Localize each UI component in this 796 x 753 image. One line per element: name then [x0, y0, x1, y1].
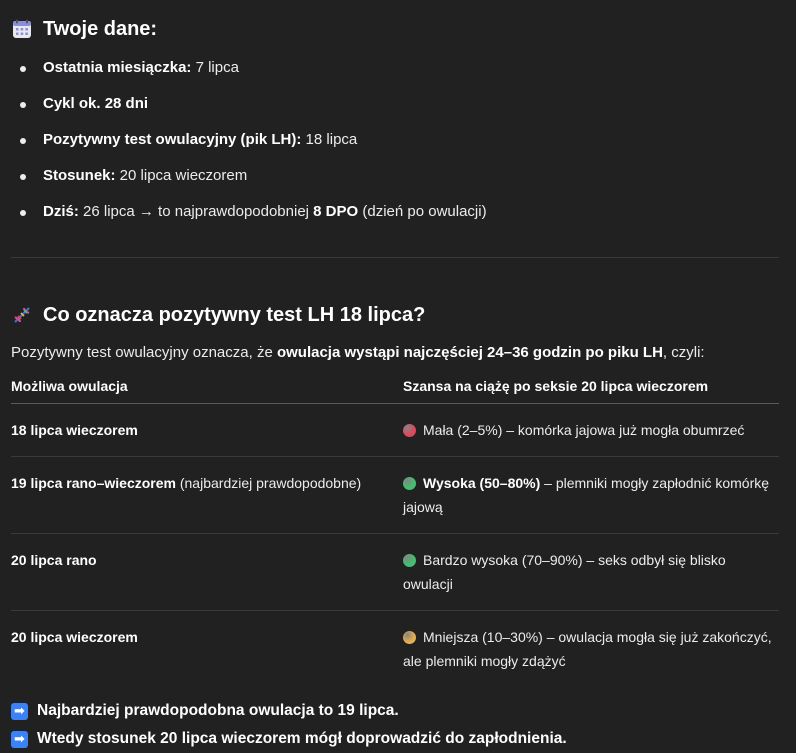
table-row: 18 lipca wieczorem Mała (2–5%) – komórka…	[11, 403, 779, 457]
table-row: 20 lipca rano Bardzo wysoka (70–90%) – s…	[11, 533, 779, 611]
intro-text-end: , czyli:	[662, 344, 705, 361]
conclusion-line: ➡ Najbardziej prawdopodobna owulacja to …	[11, 697, 779, 725]
intro-text: Pozytywny test owulacyjny oznacza, że	[11, 344, 277, 361]
ovulation-date: 20 lipca rano	[11, 552, 97, 568]
list-item-label: Ostatnia miesiączka:	[43, 59, 192, 76]
list-item-intercourse: Stosunek: 20 lipca wieczorem	[11, 158, 779, 194]
chance-text: Mała (2–5%) – komórka jajowa już mogła o…	[423, 422, 745, 438]
ovulation-cell: 19 lipca rano–wieczorem (najbardziej pra…	[11, 456, 403, 534]
list-item-label: Pozytywny test owulacyjny (pik LH):	[43, 131, 302, 148]
right-arrow-icon: ➡	[11, 730, 28, 748]
ovulation-cell: 18 lipca wieczorem	[11, 403, 403, 457]
yellow-circle-icon	[403, 631, 416, 644]
chance-bold: Wysoka (50–80%)	[423, 475, 541, 491]
section-heading-lh-test: Co oznacza pozytywny test LH 18 lipca?	[11, 300, 779, 330]
list-item-value: 20 lipca wieczorem	[115, 167, 248, 184]
chat-message: Twoje dane: Ostatnia miesiączka: 7 lipca…	[11, 14, 779, 753]
ovulation-date: 19 lipca rano–wieczorem	[11, 475, 176, 491]
list-item-label: Dziś:	[43, 203, 79, 220]
calendar-icon	[11, 18, 33, 40]
column-header-ovulation: Możliwa owulacja	[11, 376, 403, 404]
list-item-value: 7 lipca	[191, 59, 239, 76]
table-header-row: Możliwa owulacja Szansa na ciążę po seks…	[11, 376, 779, 404]
lh-test-section: Co oznacza pozytywny test LH 18 lipca? P…	[11, 300, 779, 687]
table-row: 20 lipca wieczorem Mniejsza (10–30%) – o…	[11, 611, 779, 688]
list-item-cycle: Cykl ok. 28 dni	[11, 86, 779, 122]
chance-text: Mniejsza (10–30%) – owulacja mogła się j…	[403, 629, 772, 669]
chance-text: Bardzo wysoka (70–90%) – seks odbył się …	[403, 552, 726, 592]
section-heading-your-data: Twoje dane:	[11, 14, 779, 44]
column-header-chance: Szansa na ciążę po seksie 20 lipca wiecz…	[403, 376, 779, 404]
dpo-value: 8 DPO	[313, 203, 359, 220]
conclusion-text: Najbardziej prawdopodobna owulacja to 19…	[37, 702, 399, 719]
conclusion: ➡ Najbardziej prawdopodobna owulacja to …	[11, 697, 779, 753]
list-item-value: 26 lipca → to najprawdopodobniej	[78, 203, 314, 220]
chance-cell: Bardzo wysoka (70–90%) – seks odbył się …	[403, 533, 779, 611]
list-item-label: Stosunek:	[43, 167, 116, 184]
green-circle-icon	[403, 477, 416, 490]
list-item-lh-test: Pozytywny test owulacyjny (pik LH): 18 l…	[11, 122, 779, 158]
list-item-label: Cykl ok. 28 dni	[43, 95, 149, 112]
section-title: Twoje dane:	[43, 17, 158, 40]
intro-bold-text: owulacja wystąpi najczęściej 24–36 godzi…	[276, 344, 663, 361]
your-data-list: Ostatnia miesiączka: 7 lipca Cykl ok. 28…	[11, 50, 779, 230]
list-item-value: 18 lipca	[301, 131, 358, 148]
ovulation-cell: 20 lipca rano	[11, 533, 403, 611]
table-row: 19 lipca rano–wieczorem (najbardziej pra…	[11, 456, 779, 534]
intro-paragraph: Pozytywny test owulacyjny oznacza, że ow…	[11, 342, 779, 364]
section-title: Co oznacza pozytywny test LH 18 lipca?	[43, 303, 426, 326]
list-item-today: Dziś: 26 lipca → to najprawdopodobniej 8…	[11, 194, 779, 230]
conclusion-text: Wtedy stosunek 20 lipca wieczorem mógł d…	[37, 730, 567, 747]
ovulation-date: 18 lipca wieczorem	[11, 422, 138, 438]
dna-icon	[11, 304, 33, 326]
ovulation-cell: 20 lipca wieczorem	[11, 611, 403, 688]
red-circle-icon	[403, 424, 416, 437]
ovulation-note: (najbardziej prawdopodobne)	[175, 475, 362, 491]
list-item-last-period: Ostatnia miesiączka: 7 lipca	[11, 50, 779, 86]
chance-cell: Wysoka (50–80%) – plemniki mogły zapłodn…	[403, 456, 779, 534]
list-item-note: (dzień po owulacji)	[358, 203, 487, 220]
ovulation-date: 20 lipca wieczorem	[11, 629, 138, 645]
green-circle-icon	[403, 554, 416, 567]
ovulation-table: Możliwa owulacja Szansa na ciążę po seks…	[11, 376, 779, 687]
chance-cell: Mała (2–5%) – komórka jajowa już mogła o…	[403, 403, 779, 457]
section-divider	[11, 257, 779, 258]
chance-cell: Mniejsza (10–30%) – owulacja mogła się j…	[403, 611, 779, 688]
conclusion-line: ➡ Wtedy stosunek 20 lipca wieczorem mógł…	[11, 725, 779, 753]
